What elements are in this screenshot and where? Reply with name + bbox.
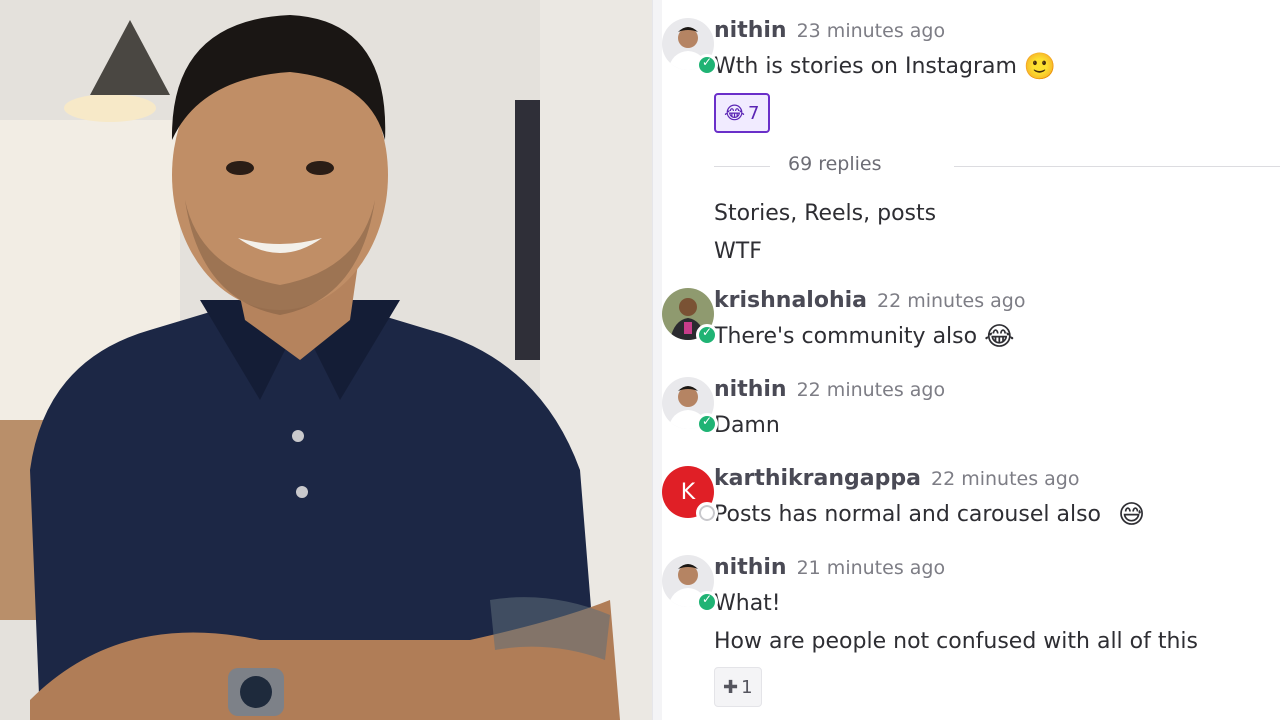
username[interactable]: krishnalohia bbox=[714, 288, 867, 313]
man-portrait-image bbox=[0, 0, 652, 720]
reaction-button[interactable]: 😂 7 bbox=[714, 93, 770, 133]
online-status-icon bbox=[696, 54, 718, 76]
chat-message: nithin 23 minutes ago Wth is stories on … bbox=[662, 18, 1280, 133]
reaction-count: 7 bbox=[748, 102, 760, 124]
chat-message: krishnalohia 22 minutes ago There's comm… bbox=[662, 288, 1280, 356]
message-text: Wth is stories on Instagram 🙂 bbox=[714, 52, 1057, 82]
slightly-smiling-emoji: 🙂 bbox=[1023, 52, 1057, 82]
reaction-button[interactable]: ✚ 1 bbox=[714, 667, 762, 707]
online-status-icon bbox=[696, 324, 718, 346]
reaction-count: 1 bbox=[741, 676, 753, 698]
offline-status-icon bbox=[696, 502, 718, 524]
chat-message: K karthikrangappa 22 minutes ago Posts h… bbox=[662, 466, 1280, 534]
timestamp[interactable]: 23 minutes ago bbox=[797, 20, 946, 42]
message-text: Damn bbox=[714, 413, 780, 438]
replies-link[interactable]: 69 replies bbox=[788, 153, 882, 175]
chat-message: nithin 21 minutes ago What! How are peop… bbox=[662, 555, 1280, 707]
message-text: Posts has normal and carousel also 😅 bbox=[714, 500, 1146, 530]
timestamp[interactable]: 22 minutes ago bbox=[931, 468, 1080, 490]
message-text: How are people not confused with all of … bbox=[714, 629, 1198, 654]
username[interactable]: karthikrangappa bbox=[714, 466, 921, 491]
panel-divider bbox=[652, 0, 662, 720]
plus-icon: ✚ bbox=[723, 676, 739, 698]
thread-continuation: Stories, Reels, posts WTF bbox=[714, 195, 1280, 271]
message-text: WTF bbox=[714, 239, 762, 264]
message-text: There's community also 😂 bbox=[714, 322, 1015, 352]
laughing-emoji: 😂 bbox=[984, 322, 1015, 352]
timestamp[interactable]: 21 minutes ago bbox=[797, 557, 946, 579]
message-text: Stories, Reels, posts bbox=[714, 201, 937, 226]
message-text: What! bbox=[714, 591, 781, 616]
username[interactable]: nithin bbox=[714, 555, 787, 580]
online-status-icon bbox=[696, 413, 718, 435]
sweat-smile-emoji: 😅 bbox=[1118, 500, 1146, 530]
laughing-emoji-icon: 😂 bbox=[724, 102, 746, 124]
username[interactable]: nithin bbox=[714, 377, 787, 402]
timestamp[interactable]: 22 minutes ago bbox=[877, 290, 1026, 312]
timestamp[interactable]: 22 minutes ago bbox=[797, 379, 946, 401]
profile-photo bbox=[0, 0, 652, 720]
online-status-icon bbox=[696, 591, 718, 613]
chat-message: nithin 22 minutes ago Damn bbox=[662, 377, 1280, 445]
chat-thread: nithin 23 minutes ago Wth is stories on … bbox=[662, 0, 1280, 720]
username[interactable]: nithin bbox=[714, 18, 787, 43]
